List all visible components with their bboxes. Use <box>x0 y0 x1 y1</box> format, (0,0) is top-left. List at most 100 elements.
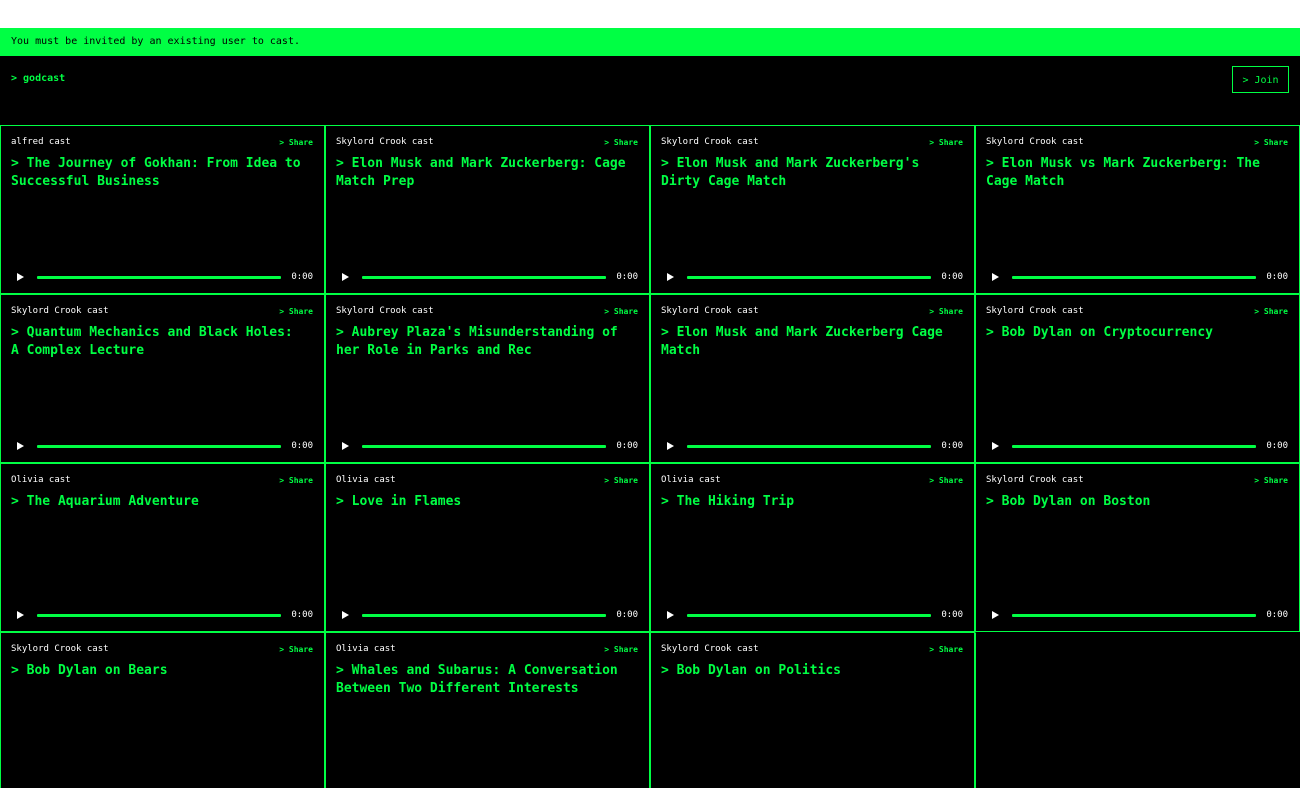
top-spacer <box>0 0 1300 28</box>
play-icon[interactable] <box>342 442 349 450</box>
join-button[interactable]: > Join <box>1232 66 1289 93</box>
progress-track[interactable] <box>362 444 607 448</box>
time-display: 0:00 <box>616 441 638 451</box>
cast-author: Skylord Crook cast <box>336 306 434 316</box>
progress-track[interactable] <box>362 275 607 279</box>
cast-card: Olivia cast > Share > The Hiking Trip 0:00 <box>650 463 975 632</box>
cast-author: Skylord Crook cast <box>986 475 1084 485</box>
progress-track[interactable] <box>37 613 282 617</box>
play-icon[interactable] <box>667 273 674 281</box>
time-display: 0:00 <box>291 272 313 282</box>
cast-card: Skylord Crook cast > Share > Elon Musk and… <box>650 294 975 463</box>
cast-author: Olivia cast <box>661 475 721 485</box>
time-display: 0:00 <box>941 441 963 451</box>
time-display: 0:00 <box>1266 610 1288 620</box>
cast-title[interactable]: > Whales and Subarus: A Conversation Bet… <box>336 662 633 698</box>
cast-author: Skylord Crook cast <box>336 137 434 147</box>
progress-track[interactable] <box>687 613 932 617</box>
cast-title[interactable]: > Bob Dylan on Boston <box>986 493 1283 511</box>
cast-title[interactable]: > Bob Dylan on Politics <box>661 662 958 680</box>
progress-track[interactable] <box>1012 613 1257 617</box>
cast-author: Skylord Crook cast <box>11 306 109 316</box>
cast-author: Skylord Crook cast <box>661 306 759 316</box>
play-icon[interactable] <box>667 611 674 619</box>
cast-author: Olivia cast <box>11 475 71 485</box>
main-page: > godcast > Join alfred cast > Share > The… <box>0 56 1300 788</box>
audio-player: 0:00 <box>340 439 638 453</box>
cast-title[interactable]: > The Journey of Gokhan: From Idea to Su… <box>11 155 308 191</box>
time-display: 0:00 <box>1266 441 1288 451</box>
play-icon[interactable] <box>17 273 24 281</box>
cast-title[interactable]: > Love in Flames <box>336 493 633 511</box>
cast-title[interactable]: > Bob Dylan on Cryptocurrency <box>986 324 1283 342</box>
audio-player: 0:00 <box>15 608 313 622</box>
cast-title[interactable]: > Bob Dylan on Bears <box>11 662 308 680</box>
progress-track[interactable] <box>37 444 282 448</box>
cast-author: Olivia cast <box>336 644 396 654</box>
cast-card: Skylord Crook cast > Share > Bob Dylan on … <box>650 632 975 788</box>
progress-track[interactable] <box>1012 444 1257 448</box>
progress-track[interactable] <box>362 613 607 617</box>
cast-grid: alfred cast > Share > The Journey of Gokha… <box>0 125 1300 788</box>
cast-card: Olivia cast > Share > The Aquarium Adventu… <box>0 463 325 632</box>
time-display: 0:00 <box>941 610 963 620</box>
share-link[interactable]: > Share <box>1254 476 1288 485</box>
cast-title[interactable]: > Elon Musk and Mark Zuckerberg: Cage Ma… <box>336 155 633 191</box>
play-icon[interactable] <box>342 611 349 619</box>
audio-player: 0:00 <box>665 608 963 622</box>
time-display: 0:00 <box>291 441 313 451</box>
share-link[interactable]: > Share <box>604 307 638 316</box>
share-link[interactable]: > Share <box>279 138 313 147</box>
progress-track[interactable] <box>687 275 932 279</box>
audio-player: 0:00 <box>665 439 963 453</box>
cast-card: Olivia cast > Share > Love in Flames 0:00 <box>325 463 650 632</box>
cast-card: Skylord Crook cast > Share > Elon Musk and… <box>325 125 650 294</box>
cast-card: Skylord Crook cast > Share > Bob Dylan on … <box>975 463 1300 632</box>
time-display: 0:00 <box>616 610 638 620</box>
cast-card: alfred cast > Share > The Journey of Gokha… <box>0 125 325 294</box>
progress-track[interactable] <box>37 275 282 279</box>
play-icon[interactable] <box>992 611 999 619</box>
cast-card: Skylord Crook cast > Share > Aubrey Plaza'… <box>325 294 650 463</box>
share-link[interactable]: > Share <box>929 138 963 147</box>
play-icon[interactable] <box>17 442 24 450</box>
cast-title[interactable]: > The Aquarium Adventure <box>11 493 308 511</box>
play-icon[interactable] <box>342 273 349 281</box>
audio-player: 0:00 <box>340 270 638 284</box>
cast-card: Skylord Crook cast > Share > Elon Musk vs … <box>975 125 1300 294</box>
cast-title[interactable]: > Elon Musk vs Mark Zuckerberg: The Cage… <box>986 155 1283 191</box>
cast-title[interactable]: > Quantum Mechanics and Black Holes: A C… <box>11 324 308 360</box>
audio-player: 0:00 <box>15 439 313 453</box>
cast-author: Skylord Crook cast <box>661 137 759 147</box>
share-link[interactable]: > Share <box>279 307 313 316</box>
share-link[interactable]: > Share <box>929 307 963 316</box>
progress-track[interactable] <box>687 444 932 448</box>
cast-title[interactable]: > The Hiking Trip <box>661 493 958 511</box>
cast-card: Skylord Crook cast > Share > Bob Dylan on … <box>975 294 1300 463</box>
share-link[interactable]: > Share <box>604 645 638 654</box>
cast-title[interactable]: > Elon Musk and Mark Zuckerberg Cage Mat… <box>661 324 958 360</box>
cast-title[interactable]: > Aubrey Plaza's Misunderstanding of her… <box>336 324 633 360</box>
play-icon[interactable] <box>992 273 999 281</box>
cast-title[interactable]: > Elon Musk and Mark Zuckerberg's Dirty … <box>661 155 958 191</box>
brand-link[interactable]: > godcast <box>11 73 65 84</box>
audio-player: 0:00 <box>15 270 313 284</box>
time-display: 0:00 <box>1266 272 1288 282</box>
share-link[interactable]: > Share <box>604 138 638 147</box>
share-link[interactable]: > Share <box>929 645 963 654</box>
share-link[interactable]: > Share <box>604 476 638 485</box>
share-link[interactable]: > Share <box>929 476 963 485</box>
play-icon[interactable] <box>17 611 24 619</box>
invite-banner-text: You must be invited by an existing user … <box>11 36 300 47</box>
play-icon[interactable] <box>992 442 999 450</box>
audio-player: 0:00 <box>340 608 638 622</box>
share-link[interactable]: > Share <box>279 476 313 485</box>
share-link[interactable]: > Share <box>1254 307 1288 316</box>
share-link[interactable]: > Share <box>1254 138 1288 147</box>
share-link[interactable]: > Share <box>279 645 313 654</box>
header: > godcast > Join <box>0 56 1300 125</box>
play-icon[interactable] <box>667 442 674 450</box>
progress-track[interactable] <box>1012 275 1257 279</box>
cast-card: Olivia cast > Share > Whales and Subarus: … <box>325 632 650 788</box>
cast-author: alfred cast <box>11 137 71 147</box>
